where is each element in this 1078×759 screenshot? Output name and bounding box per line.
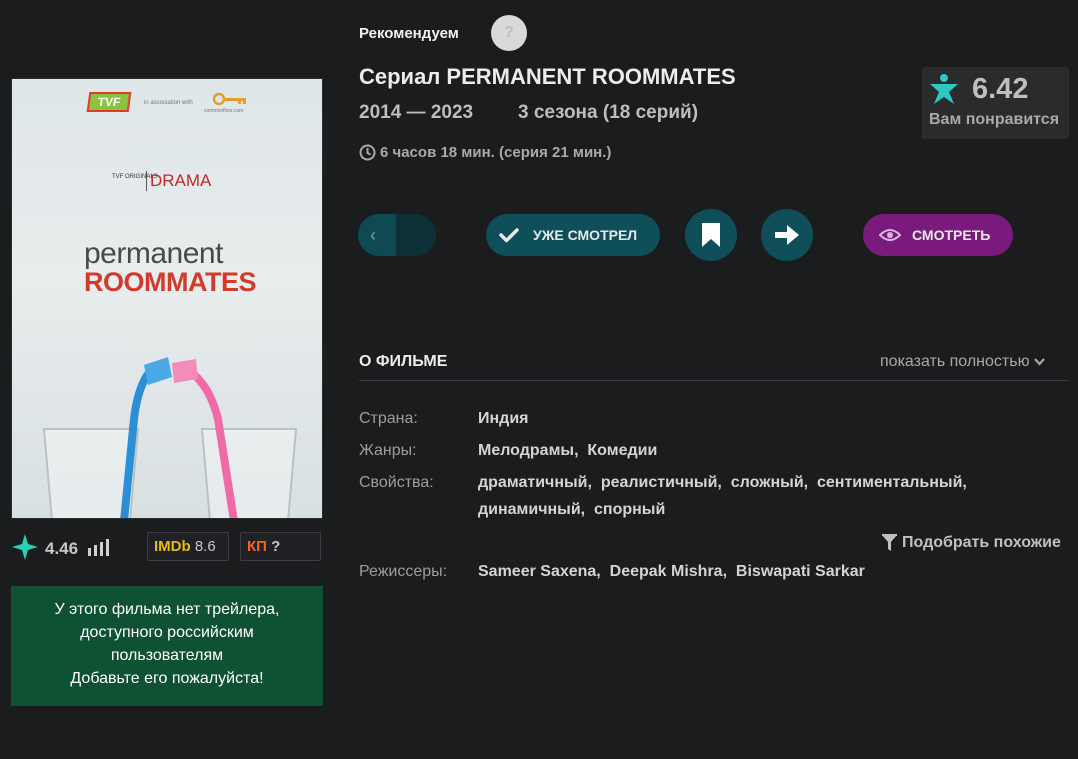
trailer-line3: пользователям [110, 647, 224, 664]
tvf-logo: TVF [86, 92, 132, 112]
bookmark-button[interactable] [685, 209, 737, 261]
properties-value-line2[interactable]: динамичный, спорный [478, 501, 665, 519]
arrow-right-icon [775, 225, 799, 245]
recommend-label: Рекомендуем [359, 25, 459, 42]
directors-value[interactable]: Sameer Saxena, Deepak Mishra, Biswapati … [478, 563, 865, 581]
watch-button[interactable]: СМОТРЕТЬ [863, 214, 1013, 256]
check-icon [499, 228, 519, 243]
already-seen-label: УЖЕ СМОТРЕЛ [533, 227, 638, 243]
watch-label: СМОТРЕТЬ [912, 227, 991, 243]
show-full-link[interactable]: показать полностью [880, 353, 1045, 371]
eye-icon [879, 229, 901, 241]
imdb-label: IMDb [154, 538, 191, 555]
bookmark-icon [702, 223, 720, 247]
site-rating-star-icon [12, 534, 38, 560]
find-similar-label: Подобрать похожие [902, 534, 1061, 551]
trailer-line1: У этого фильма нет трейлера, [54, 601, 280, 618]
trailer-line4: Добавьте его пожалуйста! [70, 670, 264, 687]
poster-commonfloor-text: commonfloor.com [204, 108, 244, 114]
key-logo-icon [212, 92, 246, 106]
country-value[interactable]: Индия [478, 410, 529, 428]
page-title: Сериал PERMANENT ROOMMATES [359, 64, 736, 89]
duration-text: 6 часов 18 мин. (серия 21 мин.) [380, 144, 612, 161]
kp-value: ? [271, 538, 281, 555]
share-button[interactable] [761, 209, 813, 261]
predicted-score-value: 6.42 [972, 73, 1029, 105]
prev-button[interactable]: ‹ [358, 214, 396, 256]
prev-next-pill[interactable]: ‹ [358, 214, 436, 256]
clock-icon [359, 144, 376, 161]
next-button[interactable] [396, 214, 436, 256]
site-rating-value: 4.46 [45, 539, 79, 558]
poster-assoc-text: in association with [144, 100, 193, 106]
years-range: 2014 — 2023 [359, 102, 474, 123]
properties-label: Свойства: [359, 474, 434, 491]
trailer-line2: доступного российским [80, 624, 254, 641]
about-heading: О ФИЛЬМЕ [359, 353, 448, 370]
poster-drama-text: DRAMA [146, 171, 211, 191]
chevron-left-icon: ‹ [370, 225, 376, 245]
kp-rating-badge[interactable]: КП ? [240, 532, 321, 561]
seasons-count: 3 сезона (18 серий) [518, 102, 699, 123]
poster-title-line1: permanent [84, 237, 223, 270]
predicted-score-subtitle: Вам понравится [929, 111, 1060, 128]
properties-value-line1[interactable]: драматичный, реалистичный, сложный, сент… [478, 474, 967, 492]
chevron-down-icon [1033, 358, 1045, 366]
toothbrush-illustration [42, 357, 298, 518]
filter-icon [882, 534, 897, 551]
help-icon[interactable]: ? [491, 15, 527, 51]
imdb-rating-badge[interactable]: IMDb 8.6 [147, 532, 229, 561]
genres-value[interactable]: Мелодрамы, Комедии [478, 442, 657, 460]
find-similar-link[interactable]: Подобрать похожие [882, 534, 1061, 552]
no-trailer-notice[interactable]: У этого фильма нет трейлера, доступного … [11, 586, 323, 706]
poster-title-line2: ROOMMATES [84, 267, 257, 297]
rating-bars-icon [88, 539, 109, 556]
poster-image[interactable]: TVF in association with commonfloor.com … [11, 78, 323, 519]
kp-label: КП [247, 538, 267, 555]
genres-label: Жанры: [359, 442, 417, 459]
show-full-label: показать полностью [880, 353, 1030, 370]
section-divider [359, 380, 1069, 381]
directors-label: Режиссеры: [359, 563, 448, 580]
imdb-value: 8.6 [194, 538, 216, 555]
person-star-icon [930, 74, 958, 104]
country-label: Страна: [359, 410, 418, 427]
already-seen-button[interactable]: УЖЕ СМОТРЕЛ [486, 214, 660, 256]
